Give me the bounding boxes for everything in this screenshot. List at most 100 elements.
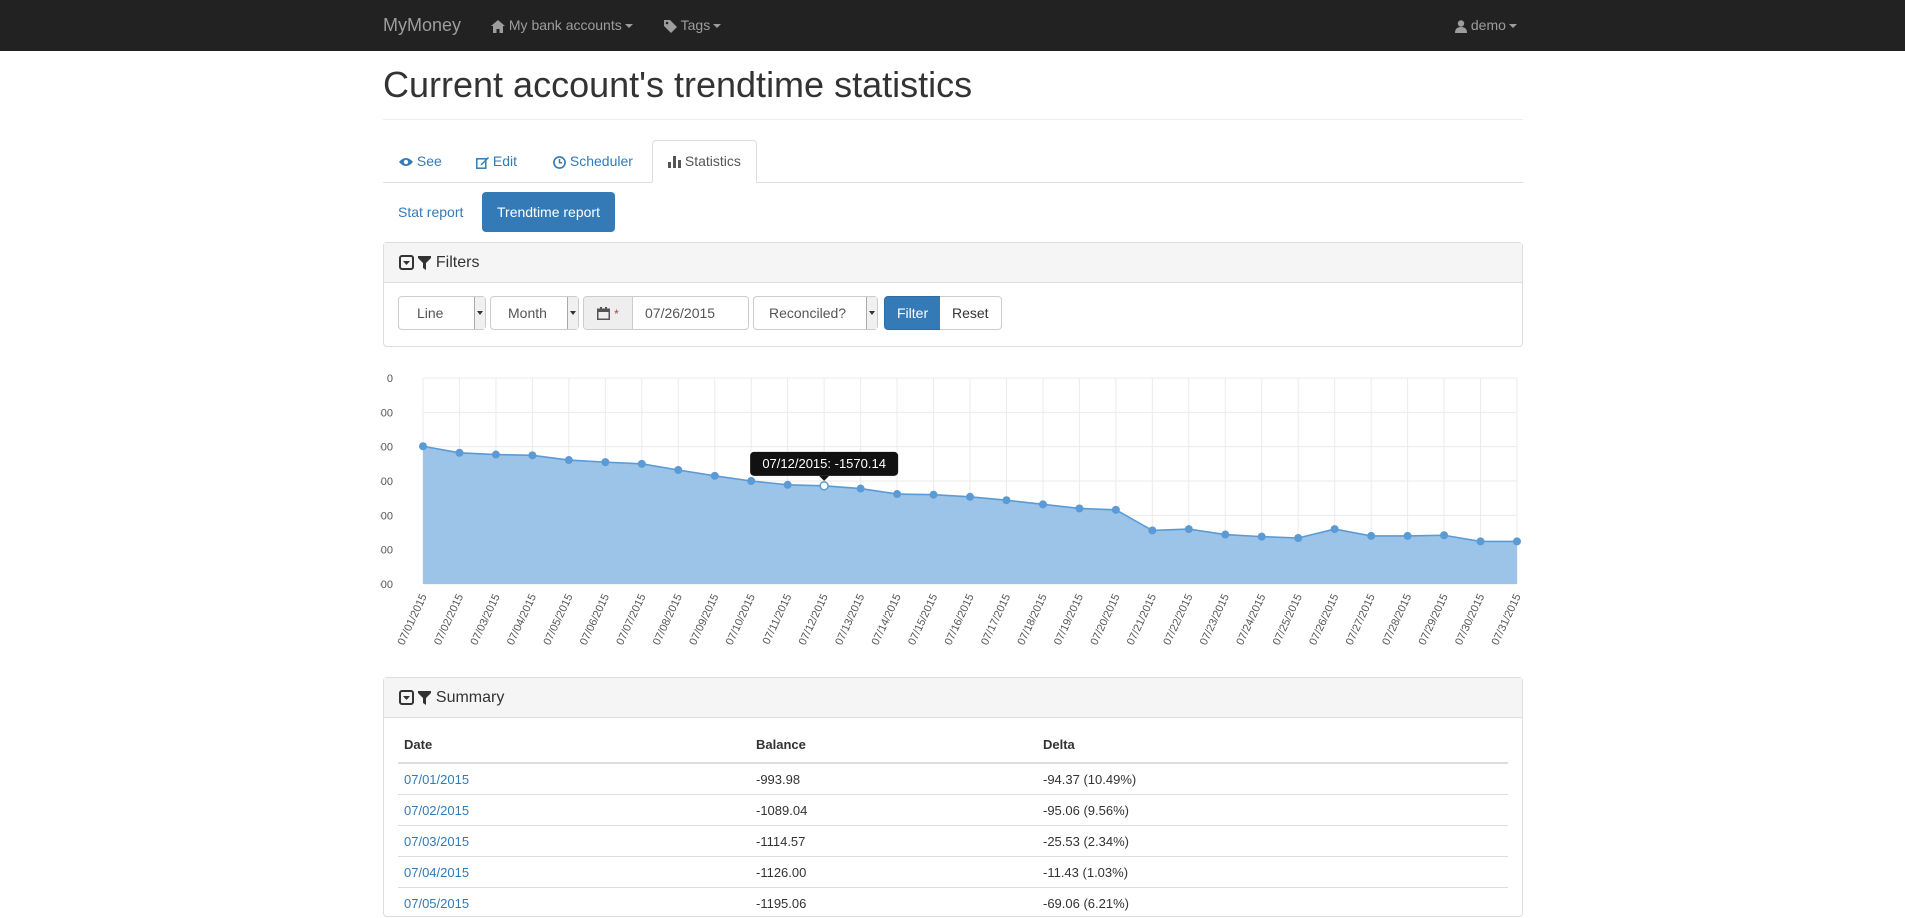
row-delta: -94.37 (10.49%) [1037,763,1508,795]
calendar-icon [597,307,610,320]
summary-table: Date Balance Delta 07/01/2015-993.98-94.… [398,727,1508,918]
data-point [1112,506,1120,514]
date-field: * 07/26/2015 [583,296,749,330]
row-delta: -25.53 (2.34%) [1037,826,1508,857]
summary-title: Summary [436,689,504,706]
x-tick-label: 07/20/2015 [1088,592,1122,647]
reset-button[interactable]: Reset [940,296,1002,330]
top-navbar: MyMoney My bank accounts Tags demo [0,0,1905,51]
chevron-down-icon [713,24,721,28]
tab-edit[interactable]: Edit [460,140,533,181]
chevron-down-icon [1509,24,1517,28]
x-tick-label: 07/11/2015 [761,592,795,646]
filter-button[interactable]: Filter [884,296,941,330]
data-point [893,490,901,498]
tags-menu[interactable]: Tags [664,0,721,51]
data-point [857,485,865,493]
x-tick-label: 07/24/2015 [1234,592,1268,647]
data-point [601,458,609,466]
trend-chart: 0-500-1000-1500-2000-2500-300007/01/2015… [380,362,1525,662]
y-tick-label: 0 [387,373,393,385]
x-tick-label: 07/30/2015 [1453,592,1487,647]
data-point [1367,532,1375,540]
tooltip-label: 07/12/2015: -1570.14 [762,456,886,471]
x-tick-label: 07/02/2015 [432,592,466,647]
tab-edit-label: Edit [493,153,517,169]
bank-accounts-menu[interactable]: My bank accounts [491,0,633,51]
reconciled-value: Reconciled? [769,305,846,321]
tab-statistics[interactable]: Statistics [652,140,757,183]
data-point [1294,534,1302,542]
table-row: 07/04/2015-1126.00-11.43 (1.03%) [398,857,1508,888]
data-point [1185,525,1193,533]
chevron-down-icon [625,24,633,28]
x-tick-label: 07/19/2015 [1052,592,1086,647]
row-balance: -1114.57 [750,826,1037,857]
x-tick-label: 07/22/2015 [1161,592,1195,647]
page-title: Current account's trendtime statistics [383,64,972,106]
y-tick-label: -2000 [380,510,393,522]
y-tick-label: -3000 [380,579,393,591]
column-header-balance: Balance [750,727,1037,763]
filters-header[interactable]: Filters [384,243,1522,283]
x-tick-label: 07/17/2015 [979,592,1013,647]
date-addon: * [584,297,633,329]
data-point [1221,531,1229,539]
stat-report-pill[interactable]: Stat report [383,192,478,232]
trendtime-report-pill[interactable]: Trendtime report [482,192,615,232]
row-date-link[interactable]: 07/05/2015 [404,896,469,911]
data-point [711,472,719,480]
row-date-link[interactable]: 07/02/2015 [404,803,469,818]
data-point [1258,533,1266,541]
required-mark: * [614,307,619,321]
bank-accounts-label: My bank accounts [509,17,622,33]
row-date-link[interactable]: 07/01/2015 [404,772,469,787]
x-tick-label: 07/01/2015 [396,592,430,647]
row-date-link[interactable]: 07/04/2015 [404,865,469,880]
x-tick-label: 07/31/2015 [1490,592,1524,647]
table-row: 07/01/2015-993.98-94.37 (10.49%) [398,763,1508,795]
y-tick-label: -2500 [380,545,393,557]
x-tick-label: 07/25/2015 [1271,592,1305,647]
brand-link[interactable]: MyMoney [383,0,461,51]
y-tick-label: -1500 [380,476,393,488]
row-date-link[interactable]: 07/03/2015 [404,834,469,849]
data-point [419,442,427,450]
date-input[interactable]: 07/26/2015 [645,297,715,329]
row-date-cell: 07/01/2015 [398,763,750,795]
row-delta: -69.06 (6.21%) [1037,888,1508,918]
user-icon [1455,20,1467,33]
granularity-select[interactable]: Month [490,296,579,330]
summary-header[interactable]: Summary [384,678,1522,718]
title-divider [383,119,1523,120]
granularity-value: Month [508,305,547,321]
x-tick-label: 07/18/2015 [1016,592,1050,647]
user-menu[interactable]: demo [1455,0,1517,51]
data-point [1404,532,1412,540]
data-point [1440,531,1448,539]
collapse-icon [399,255,414,270]
x-tick-label: 07/21/2015 [1125,592,1159,647]
data-point [784,481,792,489]
tooltip-arrow [819,476,829,481]
data-point [820,482,828,490]
filters-panel: Filters [383,242,1523,347]
reconciled-select[interactable]: Reconciled? [753,296,878,330]
x-tick-label: 07/04/2015 [505,592,539,647]
data-point [638,460,646,468]
chart-type-value: Line [417,305,443,321]
x-tick-label: 07/27/2015 [1344,592,1378,647]
column-header-delta: Delta [1037,727,1508,763]
data-point [528,451,536,459]
tab-see-label: See [417,153,442,169]
chevron-down-icon [567,297,578,329]
x-tick-label: 07/05/2015 [541,592,575,647]
chart-type-select[interactable]: Line [398,296,486,330]
x-tick-label: 07/16/2015 [943,592,977,647]
data-point [966,493,974,501]
data-point [674,466,682,474]
tab-see[interactable]: See [383,140,458,181]
tab-scheduler[interactable]: Scheduler [537,140,649,181]
filters-title: Filters [436,254,480,271]
table-row: 07/03/2015 -1114.57-25.53 (2.34%) [398,826,1508,857]
